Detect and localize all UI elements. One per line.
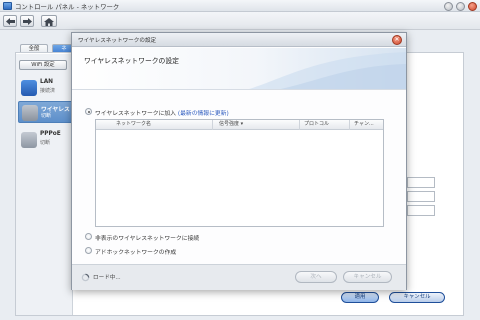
settings-field[interactable]: [407, 205, 435, 216]
home-button[interactable]: [41, 15, 57, 27]
sidebar-item-lan[interactable]: LAN 接続済: [18, 77, 73, 99]
sidebar-item-status: 接続済: [40, 88, 56, 94]
sidebar-item-label: LAN: [40, 79, 54, 85]
sidebar-item-status: 切断: [41, 113, 52, 119]
arrow-right-icon: [23, 18, 32, 25]
arrow-left-icon: [6, 18, 15, 25]
navigation-toolbar: [0, 12, 480, 30]
lan-icon: [21, 80, 37, 96]
apply-button[interactable]: 適用: [341, 292, 379, 303]
forward-button[interactable]: [20, 15, 34, 27]
sidebar-item-status: 切断: [40, 140, 51, 146]
window-title: コントロール パネル - ネットワーク: [15, 3, 120, 11]
settings-field[interactable]: [407, 191, 435, 202]
settings-field[interactable]: [407, 177, 435, 188]
wireless-icon: [22, 105, 38, 121]
sidebar-item-label: PPPoE: [40, 131, 61, 137]
help-icon[interactable]: [444, 2, 453, 11]
next-button[interactable]: 次へ: [295, 271, 337, 283]
home-icon: [44, 18, 54, 26]
sidebar-item-pppoe[interactable]: PPPoE 切断: [18, 129, 73, 151]
panel-cancel-button[interactable]: キャンセル: [389, 292, 445, 303]
window-titlebar: コントロール パネル - ネットワーク: [0, 0, 480, 12]
dialog-cancel-button[interactable]: キャンセル: [343, 271, 392, 283]
wifi-settings-button[interactable]: WiFi 設定: [19, 60, 67, 70]
dialog-footer: ロード中... 次へ キャンセル: [72, 264, 406, 290]
sidebar-item-wireless[interactable]: ワイヤレス 切断: [18, 101, 73, 123]
control-panel-icon: [3, 2, 12, 10]
loading-spinner-icon: [81, 273, 90, 282]
back-button[interactable]: [3, 15, 17, 27]
pppoe-icon: [21, 132, 37, 148]
minimize-button[interactable]: [456, 2, 465, 11]
close-window-button[interactable]: [468, 2, 477, 11]
dialog-footer-area: ロード中... 次へ キャンセル: [72, 33, 406, 290]
loading-text: ロード中...: [93, 275, 121, 281]
